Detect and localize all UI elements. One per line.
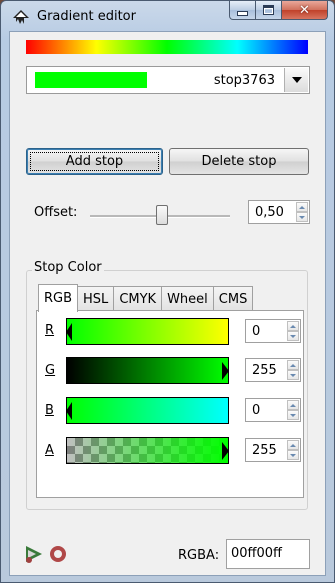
alpha-channel-slider[interactable] [66, 437, 229, 464]
blue-label: B [45, 403, 54, 418]
stop-selector[interactable]: stop3763 [26, 66, 310, 94]
rgb-panel: R 0 G 255 B 0 A 255 [36, 310, 304, 498]
gradient-editor-window: Gradient editor ✕ stop3763 Add stop Dele… [0, 0, 335, 583]
gradient-preview [26, 40, 308, 54]
window-controls: ✕ [229, 1, 328, 21]
offset-spinbox[interactable]: 0,50 [248, 200, 310, 224]
minimize-icon [237, 11, 248, 16]
minimize-button[interactable] [229, 1, 256, 20]
rgba-label: RGBA: [178, 548, 219, 563]
offset-label: Offset: [34, 205, 78, 220]
spin-up-icon[interactable] [287, 321, 299, 331]
red-channel-slider[interactable] [66, 318, 229, 345]
close-button[interactable]: ✕ [282, 1, 328, 20]
tab-cmyk[interactable]: CMYK [113, 286, 163, 311]
add-stop-button[interactable]: Add stop [26, 148, 163, 175]
blue-spinbox[interactable]: 0 [245, 398, 301, 422]
inkscape-icon [13, 10, 29, 24]
title-bar[interactable]: Gradient editor ✕ [1, 1, 334, 31]
rgba-input[interactable]: 00ff00ff [226, 539, 310, 569]
alpha-value: 255 [252, 443, 277, 458]
spin-down-icon[interactable] [287, 410, 299, 420]
color-picker-icon[interactable] [24, 544, 44, 564]
alpha-spinbox[interactable]: 255 [245, 438, 301, 462]
color-managed-icon[interactable] [48, 544, 68, 564]
slider-marker [66, 402, 72, 420]
green-channel-slider[interactable] [66, 357, 229, 384]
tab-label: Wheel [167, 291, 208, 307]
offset-slider-thumb[interactable] [156, 205, 168, 225]
spin-down-icon[interactable] [287, 331, 299, 341]
rgba-label-text: RGBA: [178, 548, 220, 563]
slider-marker [222, 362, 229, 380]
tab-label: HSL [83, 291, 109, 307]
red-value: 0 [252, 324, 261, 339]
green-value: 255 [252, 363, 277, 378]
stop-color-frame-label: Stop Color [32, 260, 104, 275]
close-icon: ✕ [299, 2, 310, 18]
window-title: Gradient editor [37, 9, 136, 24]
maximize-button[interactable] [256, 1, 282, 20]
focus-ring [30, 152, 159, 171]
color-mode-tabs: RGB HSL CMYK Wheel CMS [38, 284, 254, 312]
dialog-body: stop3763 Add stop Delete stop Offset: 0,… [9, 31, 326, 576]
alpha-label: A [45, 443, 54, 458]
slider-marker [222, 442, 229, 460]
alpha-spin-arrows[interactable] [287, 440, 299, 460]
delete-stop-label: Delete stop [201, 154, 277, 169]
blue-value: 0 [252, 403, 261, 418]
spin-up-icon[interactable] [287, 400, 299, 410]
tab-hsl[interactable]: HSL [77, 286, 115, 311]
spin-up-icon[interactable] [287, 360, 299, 370]
offset-value: 0,50 [255, 205, 284, 220]
slider-marker [66, 323, 72, 341]
tab-cms[interactable]: CMS [212, 286, 254, 311]
spin-down-icon[interactable] [296, 212, 308, 222]
green-spinbox[interactable]: 255 [245, 358, 301, 382]
red-spinbox[interactable]: 0 [245, 319, 301, 343]
footer-icons [24, 544, 68, 564]
maximize-icon [263, 5, 274, 15]
spin-down-icon[interactable] [287, 370, 299, 380]
tab-label: CMYK [119, 291, 157, 307]
stop-name: stop3763 [213, 73, 275, 88]
tab-label: RGB [44, 291, 73, 306]
chevron-down-icon [291, 77, 302, 83]
spin-up-icon[interactable] [287, 440, 299, 450]
spin-up-icon[interactable] [296, 202, 308, 212]
stop-color-swatch [35, 72, 147, 88]
stop-dropdown-button[interactable] [284, 68, 308, 92]
offset-spin-arrows[interactable] [296, 202, 308, 222]
blue-spin-arrows[interactable] [287, 400, 299, 420]
tab-wheel[interactable]: Wheel [161, 286, 214, 311]
red-label: R [45, 323, 55, 338]
delete-stop-button[interactable]: Delete stop [169, 148, 309, 175]
tab-rgb[interactable]: RGB [38, 284, 79, 312]
green-label: G [45, 363, 56, 378]
spin-down-icon[interactable] [287, 450, 299, 460]
red-spin-arrows[interactable] [287, 321, 299, 341]
green-spin-arrows[interactable] [287, 360, 299, 380]
blue-channel-slider[interactable] [66, 397, 229, 424]
tab-label: CMS [218, 291, 248, 307]
